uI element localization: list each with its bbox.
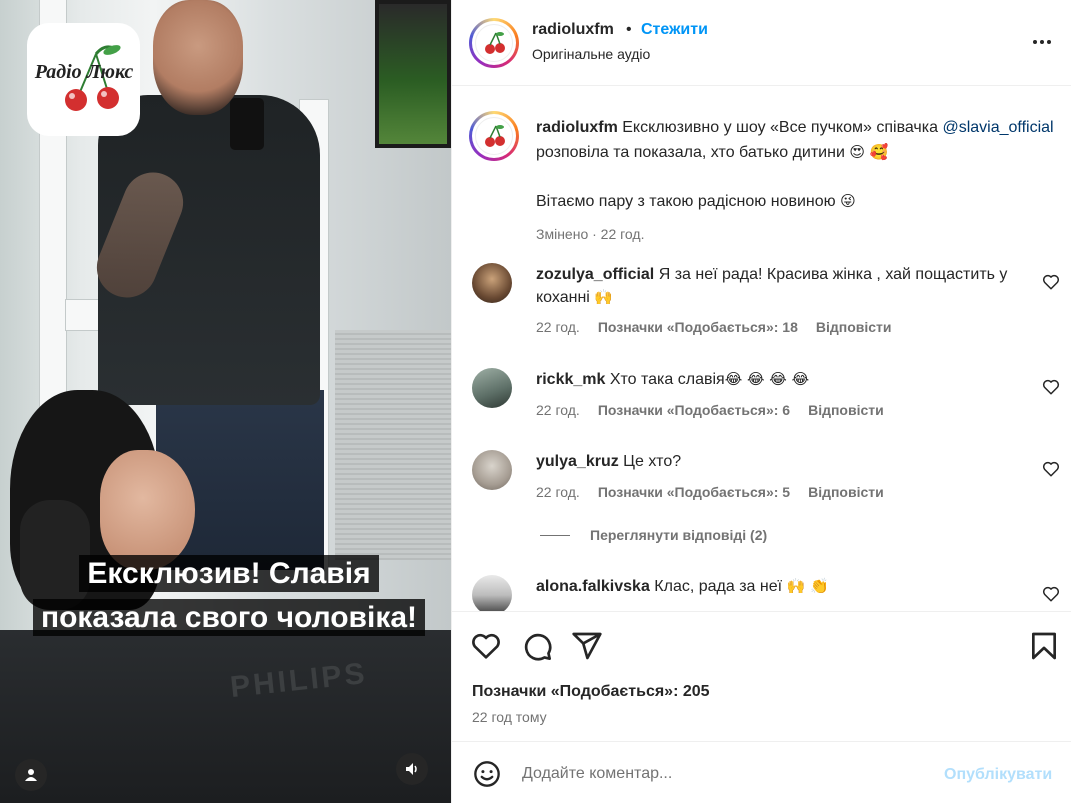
comment-meta: 22 год. Позначки «Подобається»: 5 Відповіс… [536, 484, 902, 500]
comment-emoji: 🙌 👏 [786, 577, 829, 595]
comment-likes[interactable]: Позначки «Подобається»: 6 [598, 402, 790, 418]
reply-button[interactable]: Відповісти [808, 484, 884, 500]
caption-emoji-2: 😜 [840, 192, 856, 210]
author-username[interactable]: radioluxfm [532, 21, 614, 39]
comment-meta: 22 год. Позначки «Подобається»: 6 Відповіс… [536, 402, 902, 418]
caption-line-2: показала свого чоловіка! [32, 599, 426, 636]
tagged-users-button[interactable] [15, 759, 47, 791]
view-replies-button[interactable]: Переглянути відповіді (2) [540, 527, 767, 543]
radio-lux-logo: Радіо Люкс [27, 23, 140, 136]
comment-like-icon[interactable] [1042, 273, 1060, 291]
comment-time[interactable]: 22 год. [536, 319, 580, 335]
post-caption: radioluxfm Ексклюзивно у шоу «Все пучком… [536, 116, 1056, 246]
comment-input[interactable] [522, 760, 922, 788]
cherry-logo-icon [485, 32, 505, 54]
comment-username[interactable]: yulya_kruz [536, 453, 619, 470]
svg-text:Радіо Люкс: Радіо Люкс [34, 61, 133, 83]
comment-like-icon[interactable] [1042, 585, 1060, 603]
comment-time[interactable]: 22 год. [536, 484, 580, 500]
comment-item: rickk_mk Хто така славія😂 😂 😂 😂 [536, 368, 1036, 391]
caption-text: Ексклюзивно у шоу «Все пучком» співачка [617, 119, 943, 136]
cherry-logo-icon [485, 125, 505, 147]
replies-divider [540, 534, 570, 536]
comment-item: yulya_kruz Це хто? [536, 450, 1036, 473]
post-header: radioluxfm • Стежити Оригінальне аудіо [452, 0, 1071, 86]
comment-text: Хто така славія [605, 371, 725, 388]
comment-meta: 22 год. Позначки «Подобається»: 18 Відпові… [536, 319, 910, 335]
likes-count[interactable]: Позначки «Подобається»: 205 [472, 683, 710, 701]
commenter-avatar[interactable] [472, 575, 512, 611]
heart-icon[interactable] [470, 630, 502, 662]
caption-author-avatar[interactable] [469, 111, 519, 161]
comment-text: Це хто? [618, 453, 682, 470]
volume-icon [406, 763, 417, 775]
reply-button[interactable]: Відповісти [816, 319, 892, 335]
commenter-avatar[interactable] [472, 368, 512, 408]
post-time[interactable]: 22 год тому [472, 709, 547, 725]
caption-text-2: розповіла та показала, хто батько дитини [536, 144, 850, 161]
caption-line-1: Ексклюзив! Славія [79, 555, 379, 592]
post-actions: Позначки «Подобається»: 205 22 год тому [452, 611, 1071, 741]
view-replies-label: Переглянути відповіді (2) [590, 527, 768, 543]
smiley-icon[interactable] [473, 760, 501, 788]
caption-emojis: 😍 🥰 [849, 143, 889, 161]
author-avatar[interactable] [469, 18, 519, 68]
more-options-button[interactable] [1030, 30, 1054, 54]
more-options-icon [1033, 40, 1037, 44]
comment-username[interactable]: alona.falkivska [536, 578, 650, 595]
comment-emoji: 😂 😂 😂 😂 [724, 370, 810, 388]
separator-dot: • [626, 21, 632, 38]
reply-button[interactable]: Відповісти [808, 402, 884, 418]
caption-line-2: Вітаємо пару з такою радісною новиною [536, 193, 841, 210]
caption-meta: Змінено · 22 год. [536, 226, 645, 242]
comment-likes[interactable]: Позначки «Подобається»: 18 [598, 319, 798, 335]
comment-icon[interactable] [521, 630, 553, 662]
woman-figure [0, 380, 260, 700]
comment-composer: Опублікувати [452, 741, 1071, 803]
comment-likes[interactable]: Позначки «Подобається»: 5 [598, 484, 790, 500]
post-media[interactable]: PHILIPS Радіо Люкс Ексклюзив! Славія пок… [0, 0, 451, 803]
comment-like-icon[interactable] [1042, 460, 1060, 478]
comment-text: Клас, рада за неї [649, 578, 787, 595]
user-icon [25, 769, 37, 781]
send-icon[interactable] [571, 630, 603, 662]
comment-item: zozulya_official Я за неї рада! Красива … [536, 263, 1036, 309]
commenter-avatar[interactable] [472, 450, 512, 490]
video-caption: Ексклюзив! Славія показала свого чоловік… [12, 552, 446, 640]
sound-toggle-button[interactable] [396, 753, 428, 785]
cherry-logo-icon: Радіо Люкс [34, 44, 133, 111]
publish-button[interactable]: Опублікувати [944, 766, 1052, 784]
comment-time[interactable]: 22 год. [536, 402, 580, 418]
caption-mention[interactable]: @slavia_official [942, 119, 1053, 136]
comment-like-icon[interactable] [1042, 378, 1060, 396]
post-details-pane: radioluxfm • Стежити Оригінальне аудіо r… [451, 0, 1071, 803]
commenter-avatar[interactable] [472, 263, 512, 303]
comment-username[interactable]: rickk_mk [536, 371, 605, 388]
acoustic-panel [335, 330, 451, 560]
comment-emoji: 🙌 [594, 288, 613, 306]
audio-label[interactable]: Оригінальне аудіо [532, 46, 650, 62]
studio-monitor [375, 0, 451, 148]
comments-list[interactable]: radioluxfm Ексклюзивно у шоу «Все пучком… [452, 87, 1071, 611]
bookmark-icon[interactable] [1028, 630, 1060, 662]
caption-username[interactable]: radioluxfm [536, 119, 618, 136]
comment-username[interactable]: zozulya_official [536, 266, 654, 283]
follow-button[interactable]: Стежити [641, 21, 708, 39]
comment-item: alona.falkivska Клас, рада за неї 🙌 👏 [536, 575, 1036, 598]
